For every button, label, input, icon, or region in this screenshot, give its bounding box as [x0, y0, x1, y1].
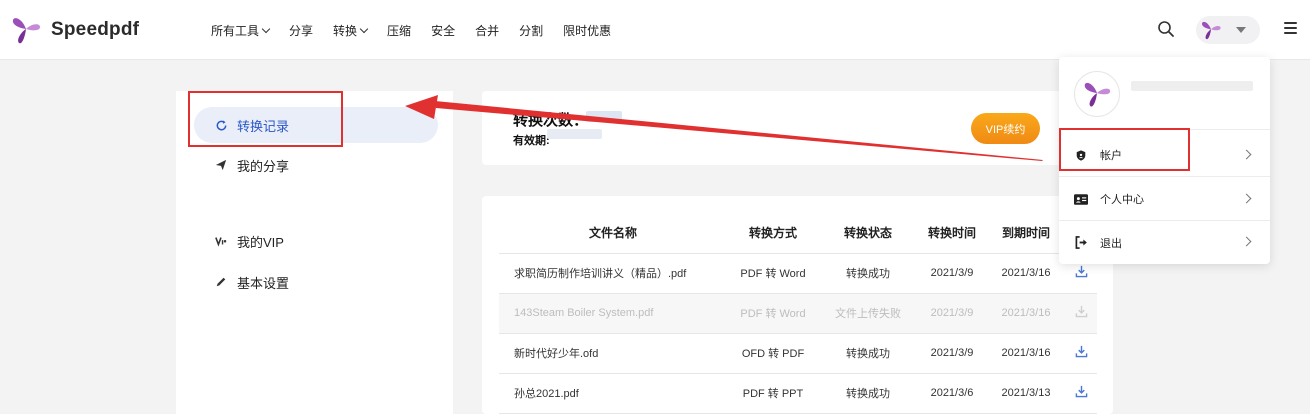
conversion-method: PDF 转 Word: [727, 293, 819, 334]
chevron-down-icon: [261, 24, 271, 34]
column-header-method[interactable]: 转换方式: [727, 213, 819, 254]
hamburger-menu-icon[interactable]: [1284, 22, 1297, 34]
expiry-label: 有效期:: [513, 135, 550, 147]
butterfly-logo-icon: [12, 18, 40, 44]
file-name: 新时代好少年.ofd: [499, 333, 727, 374]
nav-label: 所有工具: [211, 24, 260, 38]
conversion-time: 2021/3/9: [917, 333, 987, 374]
nav-label: 合并: [475, 24, 500, 38]
redacted-expiry: [547, 129, 602, 139]
annotation-highlight-box: [1059, 128, 1190, 171]
nav-convert[interactable]: 转换: [333, 22, 369, 39]
file-name: 求职简历制作培训讲义（精品）.pdf: [499, 253, 727, 294]
dropdown-item-label: 退出: [1100, 237, 1122, 250]
logo-text: Speedpdf: [51, 19, 140, 40]
download-icon: [1074, 305, 1088, 319]
chevron-down-icon: [359, 24, 369, 34]
dropdown-avatar: [1074, 71, 1120, 117]
dropdown-item-label: 个人中心: [1100, 194, 1144, 206]
table-row: 孙总2021.pdf PDF 转 PPT 转换成功 2021/3/6 2021/…: [499, 373, 1097, 414]
nav-split[interactable]: 分割: [519, 22, 543, 39]
expire-time: 2021/3/13: [987, 373, 1065, 414]
main-nav: 所有工具 分享 转换 压缩 安全 合并 分割 限时优惠: [211, 22, 631, 39]
expire-time: 2021/3/16: [987, 253, 1065, 294]
download-icon[interactable]: [1074, 385, 1088, 399]
sidebar-item-settings[interactable]: 基本设置: [194, 264, 438, 300]
nav-share[interactable]: 分享: [289, 22, 313, 39]
conversion-count-label: 转换次数：: [513, 112, 589, 129]
table-header-row: 文件名称 转换方式 转换状态 转换时间 到期时间: [499, 213, 1097, 254]
download-icon[interactable]: [1074, 345, 1088, 359]
table-row: 143Steam Boiler System.pdf PDF 转 Word 文件…: [499, 293, 1097, 334]
chevron-right-icon: [1241, 236, 1252, 247]
nav-all-tools[interactable]: 所有工具: [211, 22, 271, 39]
redacted-username: [1131, 81, 1253, 91]
nav-promo[interactable]: 限时优惠: [563, 22, 611, 39]
column-header-filename[interactable]: 文件名称: [499, 213, 727, 254]
sidebar-item-label: 基本设置: [237, 275, 290, 291]
avatar: [1201, 21, 1221, 40]
column-header-status[interactable]: 转换状态: [819, 213, 917, 254]
vip-renew-button[interactable]: VIP续约: [971, 113, 1040, 144]
user-menu-button[interactable]: [1196, 16, 1260, 44]
dropdown-item-logout[interactable]: 退出: [1059, 221, 1270, 264]
top-header: Speedpdf 所有工具 分享 转换 压缩 安全 合并 分割 限时优惠: [0, 0, 1310, 60]
nav-label: 分割: [519, 24, 544, 38]
nav-label: 限时优惠: [563, 24, 612, 38]
butterfly-logo-icon: [1084, 82, 1111, 107]
sidebar-item-my-share[interactable]: 我的分享: [194, 147, 438, 183]
dropdown-item-personal-center[interactable]: 个人中心: [1059, 178, 1270, 221]
sidebar-item-label: 我的VIP: [237, 234, 284, 250]
file-name: 143Steam Boiler System.pdf: [499, 293, 727, 334]
conversion-method: PDF 转 Word: [727, 253, 819, 294]
nav-label: 分享: [289, 24, 314, 38]
logo[interactable]: Speedpdf: [10, 14, 139, 46]
pencil-icon: [214, 275, 228, 289]
id-card-icon: [1074, 192, 1088, 206]
sidebar-item-my-vip[interactable]: 我的VIP: [194, 223, 438, 259]
nav-security[interactable]: 安全: [431, 22, 455, 39]
logout-icon: [1074, 236, 1088, 250]
conversion-method: PDF 转 PPT: [727, 373, 819, 414]
paper-plane-icon: [214, 158, 228, 172]
conversion-method: OFD 转 PDF: [727, 333, 819, 374]
annotation-highlight-box: [188, 91, 343, 147]
column-header-expire[interactable]: 到期时间: [987, 213, 1065, 254]
download-icon[interactable]: [1074, 265, 1088, 279]
nav-compress[interactable]: 压缩: [387, 22, 411, 39]
search-icon[interactable]: [1157, 20, 1175, 38]
conversion-status: 转换成功: [819, 373, 917, 414]
table-row: 求职简历制作培训讲义（精品）.pdf PDF 转 Word 转换成功 2021/…: [499, 253, 1097, 294]
conversion-status: 文件上传失败: [819, 293, 917, 334]
nav-label: 压缩: [387, 24, 412, 38]
column-header-time[interactable]: 转换时间: [917, 213, 987, 254]
nav-label: 安全: [431, 24, 456, 38]
file-name: 孙总2021.pdf: [499, 373, 727, 414]
conversion-status: 转换成功: [819, 253, 917, 294]
caret-down-icon: [1236, 27, 1246, 33]
expire-time: 2021/3/16: [987, 293, 1065, 334]
table-row: 新时代好少年.ofd OFD 转 PDF 转换成功 2021/3/9 2021/…: [499, 333, 1097, 374]
conversion-status: 转换成功: [819, 333, 917, 374]
conversion-history-card: 文件名称 转换方式 转换状态 转换时间 到期时间 求职简历制作培训讲义（精品）.…: [482, 196, 1113, 414]
account-info-card: 转换次数： 有效期: VIP续约: [482, 91, 1065, 165]
conversion-time: 2021/3/6: [917, 373, 987, 414]
chevron-right-icon: [1241, 149, 1252, 160]
conversion-time: 2021/3/9: [917, 253, 987, 294]
conversion-history-table: 文件名称 转换方式 转换状态 转换时间 到期时间 求职简历制作培训讲义（精品）.…: [499, 213, 1097, 414]
sidebar-item-label: 我的分享: [237, 158, 290, 174]
conversion-time: 2021/3/9: [917, 293, 987, 334]
redacted-count: [586, 111, 622, 122]
expire-time: 2021/3/16: [987, 333, 1065, 374]
chevron-right-icon: [1241, 193, 1252, 204]
nav-merge[interactable]: 合并: [475, 22, 499, 39]
nav-label: 转换: [333, 24, 358, 38]
vip-icon: [214, 234, 228, 248]
